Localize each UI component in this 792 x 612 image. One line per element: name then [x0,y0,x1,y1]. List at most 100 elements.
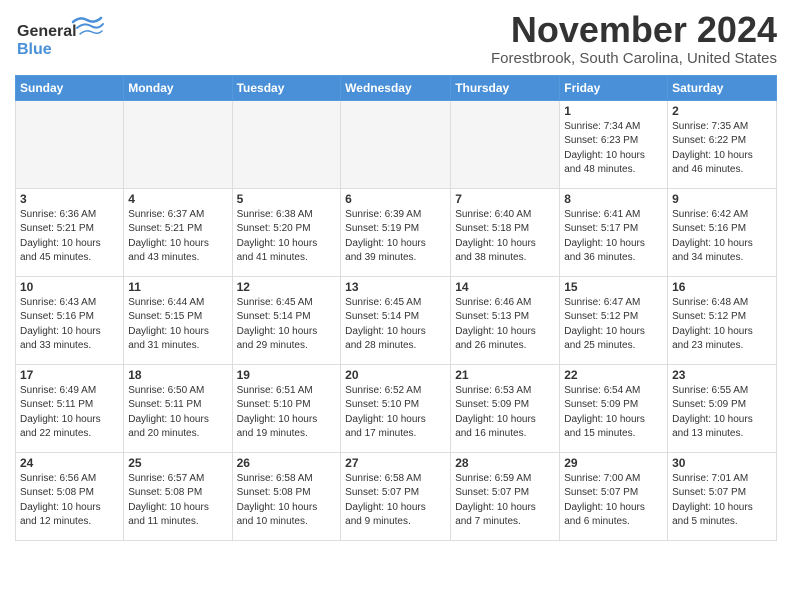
svg-text:General: General [17,23,77,40]
calendar-cell: 13Sunrise: 6:45 AMSunset: 5:14 PMDayligh… [341,276,451,364]
day-info: Sunrise: 6:37 AMSunset: 5:21 PMDaylight:… [128,208,227,266]
calendar-cell: 8 Sunrise: 6:41 AMSunset: 5:17 PMDaylight… [560,188,668,276]
weekday-header-tuesday: Tuesday [232,75,341,100]
calendar-cell: 23Sunrise: 6:55 AMSunset: 5:09 PMDayligh… [668,364,777,452]
calendar-cell: 14 Sunrise: 6:46 AMSunset: 5:13 PMDayligh… [451,276,560,364]
day-info: Sunrise: 6:38 AMSunset: 5:20 PMDaylight:… [237,208,337,266]
calendar-cell: 17 Sunrise: 6:49 AMSunset: 5:11 PMDayligh… [16,364,124,452]
calendar-cell: 25Sunrise: 6:57 AMSunset: 5:08 PMDayligh… [124,452,232,540]
day-number: 1 [564,104,663,118]
calendar-cell: 4Sunrise: 6:37 AMSunset: 5:21 PMDaylight… [124,188,232,276]
day-info: Sunrise: 6:44 AMSunset: 5:15 PMDaylight:… [128,296,227,354]
week-row-3: 10 Sunrise: 6:43 AMSunset: 5:16 PMDayligh… [16,276,777,364]
weekday-header-thursday: Thursday [451,75,560,100]
day-info: Sunrise: 6:45 AMSunset: 5:14 PMDaylight:… [237,296,337,354]
calendar-cell: 11 Sunrise: 6:44 AMSunset: 5:15 PMDayligh… [124,276,232,364]
day-info: Sunrise: 6:53 AMSunset: 5:09 PMDaylight:… [455,384,555,442]
day-info: Sunrise: 6:46 AMSunset: 5:13 PMDaylight:… [455,296,555,354]
calendar-table: SundayMondayTuesdayWednesdayThursdayFrid… [15,75,777,541]
header: General Blue November 2024 Forestbrook, … [15,10,777,67]
calendar-cell: 7 Sunrise: 6:40 AMSunset: 5:18 PMDaylight… [451,188,560,276]
month-title: November 2024 [491,10,777,50]
logo-svg: General Blue [15,14,105,66]
calendar-cell: 28Sunrise: 6:59 AMSunset: 5:07 PMDayligh… [451,452,560,540]
weekday-header-saturday: Saturday [668,75,777,100]
day-info: Sunrise: 6:58 AMSunset: 5:07 PMDaylight:… [345,472,446,530]
day-number: 15 [564,280,663,294]
day-info: Sunrise: 7:01 AMSunset: 5:07 PMDaylight:… [672,472,772,530]
day-info: Sunrise: 6:42 AMSunset: 5:16 PMDaylight:… [672,208,772,266]
day-info: Sunrise: 6:40 AMSunset: 5:18 PMDaylight:… [455,208,555,266]
calendar-cell: 21 Sunrise: 6:53 AMSunset: 5:09 PMDayligh… [451,364,560,452]
day-number: 11 [128,280,227,294]
calendar-cell: 18 Sunrise: 6:50 AMSunset: 5:11 PMDayligh… [124,364,232,452]
day-info: Sunrise: 7:35 AMSunset: 6:22 PMDaylight:… [672,120,772,178]
title-block: November 2024 Forestbrook, South Carolin… [491,10,777,67]
calendar-cell: 24Sunrise: 6:56 AMSunset: 5:08 PMDayligh… [16,452,124,540]
day-info: Sunrise: 6:39 AMSunset: 5:19 PMDaylight:… [345,208,446,266]
day-info: Sunrise: 6:36 AMSunset: 5:21 PMDaylight:… [20,208,119,266]
day-number: 8 [564,192,663,206]
day-number: 7 [455,192,555,206]
calendar-cell: 9 Sunrise: 6:42 AMSunset: 5:16 PMDaylight… [668,188,777,276]
calendar-cell: 1 Sunrise: 7:34 AMSunset: 6:23 PMDaylight… [560,100,668,188]
calendar-cell: 5 Sunrise: 6:38 AMSunset: 5:20 PMDaylight… [232,188,341,276]
day-info: Sunrise: 6:41 AMSunset: 5:17 PMDaylight:… [564,208,663,266]
day-info: Sunrise: 7:34 AMSunset: 6:23 PMDaylight:… [564,120,663,178]
day-info: Sunrise: 6:49 AMSunset: 5:11 PMDaylight:… [20,384,119,442]
day-number: 3 [20,192,119,206]
calendar-cell: 6 Sunrise: 6:39 AMSunset: 5:19 PMDaylight… [341,188,451,276]
day-number: 9 [672,192,772,206]
day-number: 30 [672,456,772,470]
calendar-cell: 15 Sunrise: 6:47 AMSunset: 5:12 PMDayligh… [560,276,668,364]
page: General Blue November 2024 Forestbrook, … [0,0,792,551]
day-number: 14 [455,280,555,294]
day-number: 10 [20,280,119,294]
week-row-1: 1 Sunrise: 7:34 AMSunset: 6:23 PMDaylight… [16,100,777,188]
day-number: 22 [564,368,663,382]
calendar-cell: 10 Sunrise: 6:43 AMSunset: 5:16 PMDayligh… [16,276,124,364]
calendar-cell [232,100,341,188]
day-number: 29 [564,456,663,470]
week-row-2: 3 Sunrise: 6:36 AMSunset: 5:21 PMDaylight… [16,188,777,276]
location: Forestbrook, South Carolina, United Stat… [491,50,777,67]
svg-text:Blue: Blue [17,41,52,58]
day-number: 18 [128,368,227,382]
calendar-cell: 12 Sunrise: 6:45 AMSunset: 5:14 PMDayligh… [232,276,341,364]
day-number: 25 [128,456,227,470]
day-info: Sunrise: 6:52 AMSunset: 5:10 PMDaylight:… [345,384,446,442]
day-info: Sunrise: 7:00 AMSunset: 5:07 PMDaylight:… [564,472,663,530]
calendar-cell: 20Sunrise: 6:52 AMSunset: 5:10 PMDayligh… [341,364,451,452]
day-number: 5 [237,192,337,206]
day-number: 21 [455,368,555,382]
calendar-cell [451,100,560,188]
day-number: 24 [20,456,119,470]
day-number: 27 [345,456,446,470]
day-info: Sunrise: 6:45 AMSunset: 5:14 PMDaylight:… [345,296,446,354]
day-number: 16 [672,280,772,294]
calendar-cell [16,100,124,188]
day-number: 28 [455,456,555,470]
calendar-cell: 26Sunrise: 6:58 AMSunset: 5:08 PMDayligh… [232,452,341,540]
day-info: Sunrise: 6:55 AMSunset: 5:09 PMDaylight:… [672,384,772,442]
weekday-header-wednesday: Wednesday [341,75,451,100]
day-number: 6 [345,192,446,206]
day-info: Sunrise: 6:50 AMSunset: 5:11 PMDaylight:… [128,384,227,442]
calendar-cell: 16 Sunrise: 6:48 AMSunset: 5:12 PMDayligh… [668,276,777,364]
day-info: Sunrise: 6:47 AMSunset: 5:12 PMDaylight:… [564,296,663,354]
weekday-header-sunday: Sunday [16,75,124,100]
weekday-header-friday: Friday [560,75,668,100]
week-row-4: 17 Sunrise: 6:49 AMSunset: 5:11 PMDayligh… [16,364,777,452]
calendar-cell: 2 Sunrise: 7:35 AMSunset: 6:22 PMDaylight… [668,100,777,188]
day-info: Sunrise: 6:48 AMSunset: 5:12 PMDaylight:… [672,296,772,354]
day-number: 2 [672,104,772,118]
day-info: Sunrise: 6:43 AMSunset: 5:16 PMDaylight:… [20,296,119,354]
calendar-cell: 3 Sunrise: 6:36 AMSunset: 5:21 PMDaylight… [16,188,124,276]
day-info: Sunrise: 6:51 AMSunset: 5:10 PMDaylight:… [237,384,337,442]
day-info: Sunrise: 6:54 AMSunset: 5:09 PMDaylight:… [564,384,663,442]
day-number: 12 [237,280,337,294]
calendar-cell: 30 Sunrise: 7:01 AMSunset: 5:07 PMDayligh… [668,452,777,540]
day-number: 17 [20,368,119,382]
calendar-cell: 22 Sunrise: 6:54 AMSunset: 5:09 PMDayligh… [560,364,668,452]
logo: General Blue [15,14,105,66]
